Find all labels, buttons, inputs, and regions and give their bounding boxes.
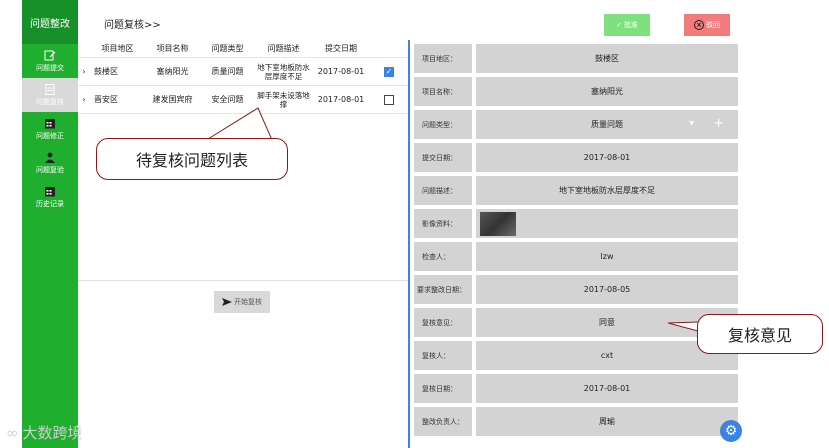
sidebar-item-correct[interactable]: 问题修正 [22, 112, 78, 146]
field-value[interactable]: 2017-08-05 [476, 275, 738, 304]
field-label: 要求整改日期： [414, 275, 472, 304]
field-label: 复核人： [414, 341, 472, 370]
problem-list: 项目地区 项目名称 问题类型 问题描述 提交日期 › 鼓楼区 塞纳阳光 质量问题… [78, 40, 408, 448]
watermark: ∞ 大数跨境 [6, 422, 83, 443]
field-opinion: 复核意见： 同意 [414, 308, 738, 337]
field-label: 影像资料： [414, 209, 472, 238]
calendar-icon [45, 118, 55, 128]
field-label: 问题描述： [414, 176, 472, 205]
send-icon [222, 298, 232, 306]
cell-region: 晋安区 [94, 95, 118, 104]
approve-label: 批准 [623, 21, 638, 29]
edit-icon [44, 50, 56, 60]
field-inspector: 检查人： lzw [414, 242, 738, 271]
sidebar: 问题整改 问题提交 问题复核 问题修正 问题复验 历史记录 [22, 0, 78, 448]
field-desc: 问题描述： 地下室地板防水层厚度不足 [414, 176, 738, 205]
field-submit-date: 提交日期： 2017-08-01 [414, 143, 738, 172]
sidebar-item-label: 问题修正 [36, 131, 64, 140]
cell-date: 2017-08-01 [317, 67, 365, 76]
column-header-desc: 问题描述 [267, 44, 300, 53]
image-field[interactable] [476, 209, 738, 238]
chevron-right-icon[interactable]: › [78, 58, 90, 85]
start-review-label: 开始复核 [234, 298, 262, 306]
panel-divider [408, 40, 410, 448]
column-header-date: 提交日期 [325, 44, 357, 53]
watermark-text: 大数跨境 [22, 424, 83, 442]
sidebar-item-submit[interactable]: 问题提交 [22, 44, 78, 78]
cell-date: 2017-08-01 [317, 95, 365, 104]
row-checkbox[interactable]: ✓ [384, 66, 394, 77]
close-icon: × [694, 20, 704, 30]
field-label: 复核意见： [414, 308, 472, 337]
column-header-type: 问题类型 [211, 44, 244, 53]
logo-icon: ∞ [6, 423, 19, 442]
approve-button[interactable]: ✓ 批准 [604, 14, 650, 36]
field-review-date: 复核日期： 2017-08-01 [414, 374, 738, 403]
field-label: 检查人： [414, 242, 472, 271]
cell-project: 建发国宾府 [152, 95, 193, 104]
cell-region: 鼓楼区 [94, 67, 118, 76]
sidebar-item-review[interactable]: 问题复核 [22, 78, 78, 112]
cell-type: 质量问题 [211, 67, 244, 76]
return-label: 驳回 [706, 21, 720, 29]
field-label: 复核日期： [414, 374, 472, 403]
person-icon [45, 152, 55, 163]
check-icon: ✓ [616, 21, 622, 29]
column-header-region: 项目地区 [101, 44, 134, 53]
table-row[interactable]: › 晋安区 建发国宾府 安全问题 脚手架未设落地撑 2017-08-01 [78, 86, 408, 114]
top-bar: 问题复核>> ✓ 批准 × 驳回 [78, 0, 741, 44]
sidebar-item-label: 问题提交 [36, 63, 64, 72]
calendar-icon [45, 186, 55, 196]
field-region: 项目地区： 鼓楼区 [414, 44, 738, 73]
field-value[interactable]: 2017-08-01 [476, 374, 738, 403]
list-divider [78, 280, 408, 281]
cell-type: 安全问题 [211, 95, 244, 104]
field-label: 提交日期： [414, 143, 472, 172]
row-checkbox[interactable] [384, 94, 394, 105]
problem-type-dropdown[interactable]: 质量问题 ▼ + [476, 110, 738, 139]
cell-desc: 地下室地板防水层厚度不足 [257, 62, 310, 81]
field-due-date: 要求整改日期： 2017-08-05 [414, 275, 738, 304]
sidebar-item-history[interactable]: 历史记录 [22, 180, 78, 214]
chevron-down-icon[interactable]: ▼ [689, 120, 694, 127]
callout-list: 待复核问题列表 [96, 138, 288, 180]
field-label: 整改负责人： [414, 407, 472, 436]
sidebar-item-label: 问题复核 [36, 97, 64, 106]
field-type: 问题类型： 质量问题 ▼ + [414, 110, 738, 139]
callout-opinion: 复核意见 [697, 314, 823, 354]
app-title: 问题整改 [22, 0, 78, 44]
field-image: 影像资料： [414, 209, 738, 238]
gear-icon[interactable]: ⚙ [720, 420, 742, 442]
list-header: 项目地区 项目名称 问题类型 问题描述 提交日期 [78, 40, 408, 58]
field-project: 项目名称： 塞纳阳光 [414, 77, 738, 106]
column-header-project: 项目名称 [156, 44, 189, 53]
field-value[interactable]: 鼓楼区 [476, 44, 738, 73]
page-title: 问题复核>> [104, 20, 161, 31]
document-icon [45, 83, 55, 95]
field-value[interactable]: 塞纳阳光 [476, 77, 738, 106]
field-responsible: 整改负责人： 周瑜 [414, 407, 738, 436]
field-label: 项目地区： [414, 44, 472, 73]
field-value[interactable]: 2017-08-01 [476, 143, 738, 172]
field-label: 项目名称： [414, 77, 472, 106]
return-button[interactable]: × 驳回 [684, 14, 730, 36]
start-review-button[interactable]: 开始复核 [214, 291, 270, 313]
field-value[interactable]: lzw [476, 242, 738, 271]
field-value[interactable]: 地下室地板防水层厚度不足 [476, 176, 738, 205]
cell-desc: 脚手架未设落地撑 [257, 90, 310, 109]
table-row[interactable]: › 鼓楼区 塞纳阳光 质量问题 地下室地板防水层厚度不足 2017-08-01 … [78, 58, 408, 86]
sidebar-item-label: 历史记录 [36, 199, 64, 208]
plus-icon[interactable]: + [713, 116, 724, 131]
field-value: 质量问题 [591, 120, 623, 129]
chevron-right-icon[interactable]: › [78, 86, 90, 113]
field-label: 问题类型： [414, 110, 472, 139]
sidebar-item-reinspect[interactable]: 问题复验 [22, 146, 78, 180]
field-reviewer: 复核人： cxt [414, 341, 738, 370]
cell-project: 塞纳阳光 [156, 67, 189, 76]
sidebar-item-label: 问题复验 [36, 165, 64, 174]
image-thumbnail[interactable] [480, 212, 516, 236]
field-value[interactable]: 周瑜 [476, 407, 738, 436]
